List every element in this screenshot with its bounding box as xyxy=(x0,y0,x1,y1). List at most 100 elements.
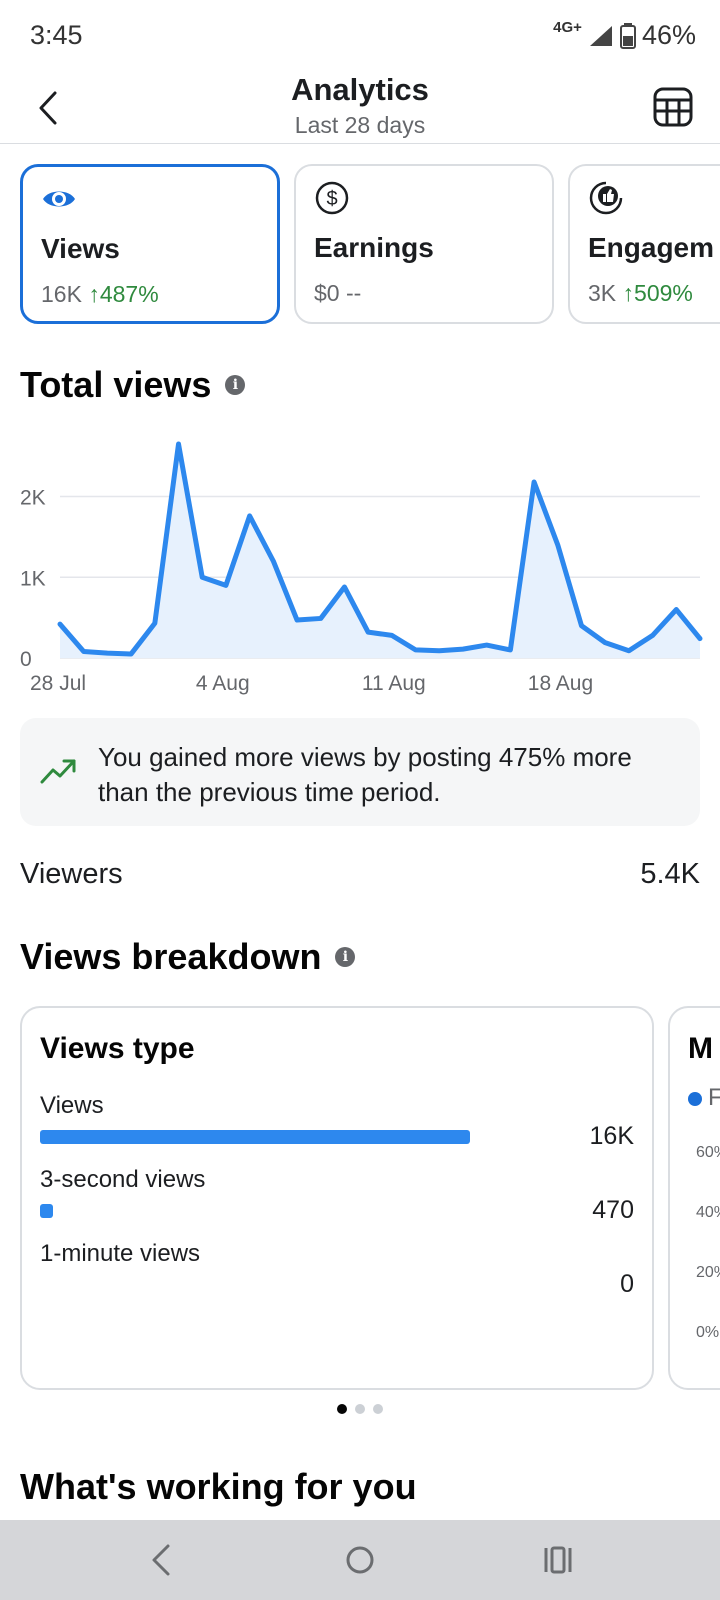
data-point xyxy=(152,621,157,626)
metric-number: 16K xyxy=(41,281,82,307)
data-point xyxy=(555,542,560,547)
app-header: Analytics Last 28 days xyxy=(0,72,720,144)
data-point xyxy=(105,651,110,656)
carousel-pager xyxy=(0,1404,720,1416)
metric-label: Views xyxy=(41,233,120,264)
info-icon[interactable]: i xyxy=(335,947,356,967)
data-point xyxy=(366,630,371,635)
nav-recents-icon[interactable] xyxy=(536,1538,580,1582)
section-title-text: What's working for you xyxy=(20,1466,417,1507)
metric-value: 16K ↑487% xyxy=(41,281,159,308)
x-tick-label: 4 Aug xyxy=(196,672,250,695)
data-point xyxy=(650,633,655,638)
data-point xyxy=(698,636,702,641)
data-point xyxy=(579,623,584,628)
battery-icon xyxy=(619,22,636,49)
data-point xyxy=(295,618,300,623)
page-title: Analytics xyxy=(291,72,429,107)
metric-card-views[interactable]: Views 16K ↑487% xyxy=(20,164,280,324)
table-icon xyxy=(653,87,693,127)
data-point xyxy=(200,575,205,580)
data-point xyxy=(81,649,86,654)
next-breakdown-card[interactable]: M F 60% 40% 20% 0% xyxy=(668,1006,720,1390)
y-tick-label: 2K xyxy=(20,487,46,510)
y-tick: 40% xyxy=(696,1204,720,1221)
insight-text: You gained more views by posting 475% mo… xyxy=(98,742,632,807)
pager-dot[interactable] xyxy=(337,1404,347,1414)
views-item-label: Views xyxy=(40,1092,104,1119)
metric-change: ↑509% xyxy=(622,280,693,306)
viewers-value: 5.4K xyxy=(640,858,700,890)
metric-label: Earnings xyxy=(314,232,434,263)
metric-card-earnings[interactable]: $ Earnings $0 -- xyxy=(294,164,554,324)
metric-label: Engagem xyxy=(588,232,715,263)
three-second-views-bar xyxy=(40,1204,53,1218)
nav-back-icon[interactable] xyxy=(140,1538,184,1582)
signal-icon xyxy=(589,25,612,46)
total-views-chart: 0 1K 2K 28 Jul 4 Aug 11 Aug 18 Aug xyxy=(0,440,720,700)
pager-dot[interactable] xyxy=(373,1404,383,1414)
x-tick-label: 28 Jul xyxy=(30,672,86,695)
metric-cards: Views 16K ↑487% $ Earnings $0 -- Engagem… xyxy=(20,164,720,324)
three-second-views-value: 470 xyxy=(592,1196,634,1224)
thumbs-up-icon xyxy=(589,181,623,215)
data-point xyxy=(247,513,252,518)
data-point xyxy=(389,633,394,638)
status-icons: 4G+ 46% xyxy=(553,19,696,51)
data-point xyxy=(437,648,442,653)
dollar-icon: $ xyxy=(315,181,349,215)
total-views-title: Total views i xyxy=(20,364,246,406)
card-title: M xyxy=(688,1032,713,1065)
eye-icon xyxy=(43,191,75,207)
data-point xyxy=(129,651,134,656)
section-title-text: Views breakdown xyxy=(20,936,322,977)
status-time: 3:45 xyxy=(30,20,83,50)
metric-card-engagement[interactable]: Engagem 3K ↑509% xyxy=(568,164,720,324)
data-point xyxy=(484,643,489,648)
y-tick: 20% xyxy=(696,1264,720,1281)
data-point xyxy=(508,647,513,652)
metric-change: ↑487% xyxy=(88,281,159,307)
data-point xyxy=(603,640,608,645)
data-point xyxy=(223,583,228,588)
trending-up-icon xyxy=(40,759,76,784)
data-point xyxy=(58,622,62,627)
page-subtitle: Last 28 days xyxy=(294,112,426,138)
data-point xyxy=(532,479,537,484)
data-point xyxy=(674,607,679,612)
y-tick-label: 1K xyxy=(20,567,46,590)
views-type-card: Views type Views 16K 3-second views 470 … xyxy=(20,1006,654,1390)
table-view-button[interactable] xyxy=(652,86,694,128)
metric-number: $0 -- xyxy=(314,280,362,306)
breakdown-carousel[interactable]: Views type Views 16K 3-second views 470 … xyxy=(20,1006,720,1390)
pager-dot[interactable] xyxy=(355,1404,365,1414)
metric-value: $0 -- xyxy=(314,280,361,307)
section-title-text: Total views xyxy=(20,364,212,405)
system-nav-bar xyxy=(0,1520,720,1600)
data-point xyxy=(318,616,323,621)
battery-level: 46% xyxy=(641,20,696,50)
x-tick-label: 11 Aug xyxy=(362,672,426,695)
views-item-value: 16K xyxy=(589,1122,634,1150)
one-minute-views-value: 0 xyxy=(620,1270,634,1298)
data-point xyxy=(176,442,181,447)
metric-number: 3K xyxy=(588,280,617,306)
views-item-bar xyxy=(40,1130,470,1144)
legend-dot xyxy=(688,1092,702,1106)
data-point xyxy=(413,647,418,652)
chart-svg: 0 1K 2K 28 Jul 4 Aug 11 Aug 18 Aug xyxy=(20,441,703,695)
whats-working-title: What's working for you xyxy=(20,1466,417,1508)
data-point xyxy=(342,584,347,589)
three-second-views-label: 3-second views xyxy=(40,1166,206,1193)
nav-home-icon[interactable] xyxy=(338,1538,382,1582)
views-breakdown-title: Views breakdown i xyxy=(20,936,356,978)
network-label: 4G+ xyxy=(553,19,582,36)
insight-banner: You gained more views by posting 475% mo… xyxy=(20,718,700,826)
y-tick: 0% xyxy=(696,1324,720,1341)
viewers-row: Viewers 5.4K xyxy=(20,858,700,898)
data-point xyxy=(271,559,276,564)
info-icon[interactable]: i xyxy=(225,375,246,395)
y-tick: 60% xyxy=(696,1144,720,1161)
data-point xyxy=(460,647,465,652)
data-point xyxy=(626,648,631,653)
